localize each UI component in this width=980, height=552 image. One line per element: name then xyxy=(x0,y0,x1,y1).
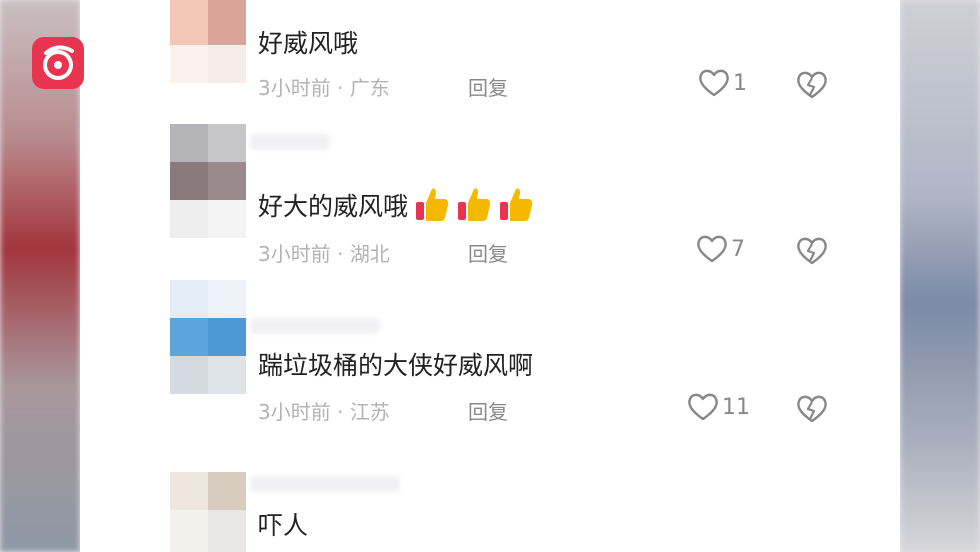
brand-logo-icon xyxy=(32,37,84,89)
reply-button[interactable]: 回复 xyxy=(468,396,508,425)
comment-meta: 3小时前 · 湖北 xyxy=(258,242,390,266)
reply-button[interactable]: 回复 xyxy=(468,72,508,101)
dislike-button[interactable] xyxy=(795,70,829,100)
like-button[interactable]: 11 xyxy=(686,392,750,422)
like-button[interactable]: 1 xyxy=(697,68,747,98)
heart-outline-icon xyxy=(688,393,718,421)
username-blurred xyxy=(250,476,400,492)
avatar[interactable] xyxy=(170,0,246,83)
dislike-button[interactable] xyxy=(795,394,829,424)
thumbs-up-icon xyxy=(500,188,533,221)
username-blurred xyxy=(250,318,380,334)
avatar[interactable] xyxy=(170,472,246,552)
like-count: 1 xyxy=(733,70,747,96)
comment-text: 好大的威风哦 xyxy=(258,185,534,223)
comment-text: 好威风哦 xyxy=(258,29,359,58)
reply-button[interactable]: 回复 xyxy=(468,238,508,267)
comment-text: 吓人 xyxy=(258,511,309,540)
username-blurred xyxy=(250,134,330,150)
like-count: 7 xyxy=(731,236,745,262)
watermark-text: 新黄河 xyxy=(92,47,135,62)
broken-heart-icon xyxy=(797,237,827,265)
thumbs-up-icon xyxy=(416,188,449,221)
heart-outline-icon xyxy=(699,69,729,97)
heart-outline-icon xyxy=(697,235,727,263)
blurred-background-right xyxy=(900,0,980,552)
thumbs-up-icon xyxy=(458,188,491,221)
like-button[interactable]: 7 xyxy=(695,234,745,264)
like-count: 11 xyxy=(722,394,750,420)
broken-heart-icon xyxy=(797,395,827,423)
comment-text: 踹垃圾桶的大侠好威风啊 xyxy=(258,351,534,380)
broken-heart-icon xyxy=(797,71,827,99)
dislike-button[interactable] xyxy=(795,236,829,266)
watermark-subtext: XINHUANGHE xyxy=(92,66,159,77)
comment-meta: 3小时前 · 广东 xyxy=(258,76,390,100)
avatar[interactable] xyxy=(170,280,246,394)
comment-meta: 3小时前 · 江苏 xyxy=(258,400,390,424)
avatar[interactable] xyxy=(170,124,246,238)
